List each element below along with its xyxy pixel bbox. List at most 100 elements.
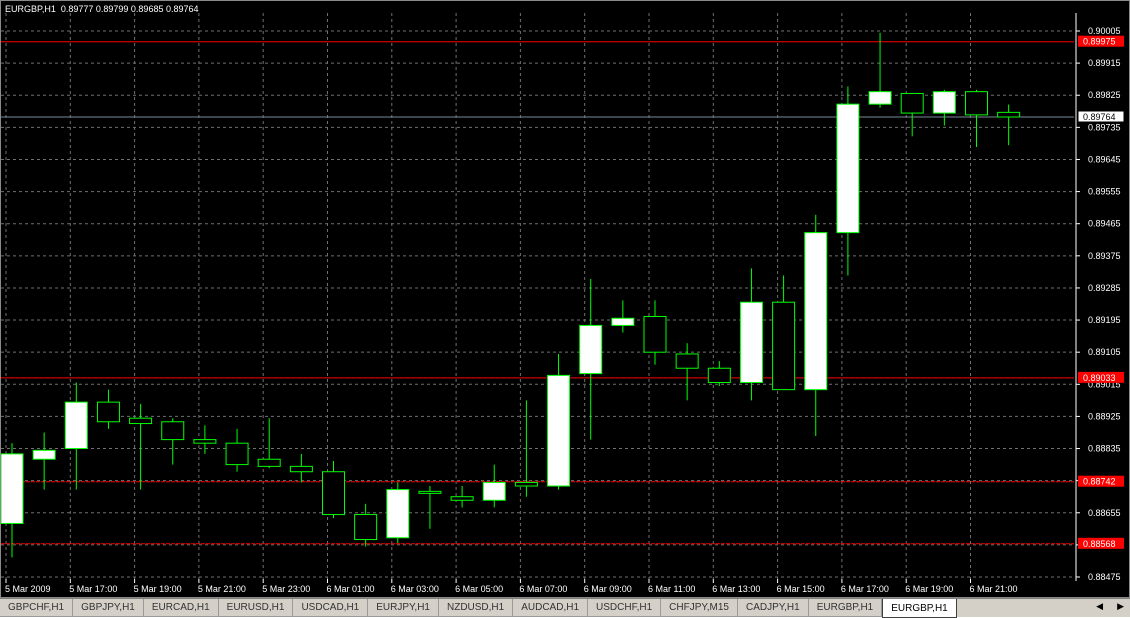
time-tick-label: 5 Mar 2009	[5, 584, 51, 594]
candle	[707, 361, 731, 387]
candle-body	[900, 92, 924, 114]
chart-tab[interactable]: AUDCAD,H1	[513, 599, 589, 617]
candle-body	[997, 111, 1021, 118]
price-tick-label: 0.89555	[1088, 187, 1121, 197]
level-price-text: 0.89033	[1083, 373, 1116, 383]
candle-body	[547, 374, 571, 487]
price-tick-label: 0.89285	[1088, 283, 1121, 293]
candle-body	[386, 489, 410, 539]
candle-body	[354, 514, 378, 541]
time-tick-label: 5 Mar 21:00	[198, 584, 246, 594]
candle	[804, 214, 828, 437]
candle	[900, 92, 924, 137]
candle	[772, 275, 796, 391]
candle-body	[96, 401, 120, 423]
time-axis[interactable]: 5 Mar 2009 5 Mar 17:00 5 Mar 19:00 5 Mar 21…	[5, 579, 1018, 594]
chart-tab[interactable]: EURJPY,H1	[368, 599, 439, 617]
candle-body	[804, 232, 828, 391]
tab-scroll-arrows: ◀ ▶	[1096, 601, 1124, 612]
candle-body	[932, 91, 956, 114]
price-tick-label: 0.89735	[1088, 122, 1121, 132]
chart-tab[interactable]: EURGBP,H1	[808, 599, 883, 617]
candle	[257, 418, 281, 469]
chart-tab[interactable]: USDCHF,H1	[588, 599, 662, 617]
price-chart[interactable]: 0.90005 0.89915 0.89825 0.89735 0.89645 0.895…	[1, 1, 1129, 597]
candle-body	[965, 91, 988, 116]
time-tick-label: 6 Mar 13:00	[712, 584, 760, 594]
candle	[482, 464, 506, 508]
time-tick-label: 6 Mar 19:00	[905, 584, 953, 594]
time-tick-label: 5 Mar 23:00	[262, 584, 310, 594]
chart-tab[interactable]: CADJPY,H1	[737, 599, 809, 617]
candle	[161, 418, 185, 465]
candle	[129, 403, 153, 490]
candle-body	[836, 103, 860, 234]
price-tick-label: 0.90005	[1088, 26, 1121, 36]
candle	[868, 32, 892, 108]
price-tick-label: 0.89465	[1088, 219, 1121, 229]
candle	[932, 89, 956, 126]
chart-tab[interactable]: NZDUSD,H1	[438, 599, 514, 617]
time-tick-label: 6 Mar 01:00	[327, 584, 375, 594]
chart-tab[interactable]: EURCAD,H1	[143, 599, 219, 617]
candle-body	[482, 481, 506, 501]
candle	[225, 428, 249, 472]
candle	[96, 389, 120, 429]
chart-tab[interactable]: GBPCHF,H1	[0, 599, 74, 617]
candle-body	[611, 317, 635, 326]
candle	[547, 353, 571, 490]
candle-body	[868, 91, 892, 105]
time-tick-label: 5 Mar 19:00	[134, 584, 182, 594]
candle	[193, 425, 217, 454]
chart-tab-bar: GBPCHF,H1 GBPJPY,H1 EURCAD,H1 EURUSD,H1 USDC…	[0, 598, 1130, 618]
chart-tab[interactable]: EURGBP,H1	[882, 599, 957, 618]
candle-body	[450, 496, 474, 501]
candle-body	[1, 453, 24, 524]
level-price-text: 0.88742	[1083, 477, 1116, 487]
scroll-left-icon[interactable]: ◀	[1096, 601, 1103, 612]
candle	[64, 382, 88, 490]
chart-tab[interactable]: USDCAD,H1	[293, 599, 369, 617]
price-tick-label: 0.89375	[1088, 251, 1121, 261]
candle-body	[739, 301, 763, 384]
price-axis[interactable]: 0.90005 0.89915 0.89825 0.89735 0.89645 0.895…	[1076, 26, 1121, 582]
candle	[579, 279, 603, 440]
time-tick-label: 6 Mar 09:00	[584, 584, 632, 594]
bid-price-text: 0.89764	[1083, 112, 1116, 122]
price-tick-label: 0.89915	[1088, 58, 1121, 68]
candle-body	[193, 439, 217, 444]
price-tick-label: 0.88655	[1088, 508, 1121, 518]
price-tick-label: 0.88475	[1088, 572, 1121, 582]
price-tick-label: 0.88925	[1088, 411, 1121, 421]
candle	[289, 453, 313, 483]
chart-tab[interactable]: GBPJPY,H1	[73, 599, 144, 617]
chart-tab[interactable]: CHFJPY,M15	[661, 599, 738, 617]
candle-body	[418, 490, 442, 494]
time-tick-label: 6 Mar 11:00	[648, 584, 695, 594]
time-tick-label: 6 Mar 17:00	[841, 584, 889, 594]
candle	[611, 300, 635, 333]
candle	[643, 300, 667, 365]
scroll-right-icon[interactable]: ▶	[1117, 601, 1124, 612]
candle-body	[129, 417, 153, 425]
candle-body	[675, 353, 699, 369]
chart-window[interactable]: 0.90005 0.89915 0.89825 0.89735 0.89645 0.895…	[0, 0, 1130, 598]
candle-body	[707, 367, 731, 384]
time-tick-label: 6 Mar 05:00	[455, 584, 503, 594]
chart-info-label: EURGBP,H1 0.89777 0.89799 0.89685 0.8976…	[5, 4, 199, 14]
candle-body	[161, 421, 185, 441]
candle-body	[579, 324, 603, 375]
candle	[322, 461, 345, 519]
price-tick-label: 0.89105	[1088, 347, 1121, 357]
level-price-text: 0.89975	[1083, 37, 1116, 47]
chart-tab[interactable]: EURUSD,H1	[218, 599, 294, 617]
time-tick-label: 6 Mar 07:00	[519, 584, 567, 594]
price-tick-label: 0.89825	[1088, 90, 1121, 100]
candle-body	[322, 471, 345, 516]
horizontal-levels[interactable]	[1, 41, 1074, 545]
level-price-text: 0.88568	[1083, 539, 1116, 549]
candle	[354, 503, 378, 547]
price-tick-label: 0.89195	[1088, 315, 1121, 325]
candle-body	[514, 481, 538, 487]
time-tick-label: 6 Mar 21:00	[970, 584, 1018, 594]
